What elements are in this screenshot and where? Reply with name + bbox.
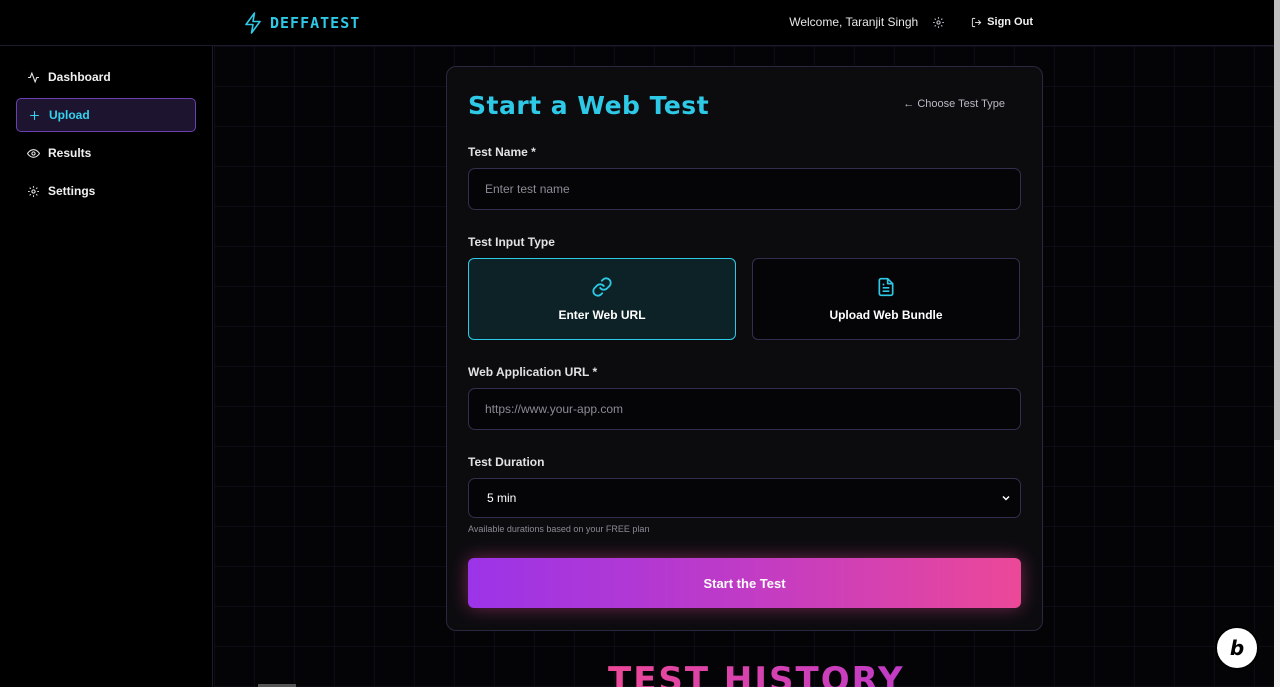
- url-input[interactable]: https://www.your-app.com: [468, 388, 1021, 430]
- activity-icon: [28, 71, 39, 83]
- test-name-label: Test Name *: [468, 145, 536, 159]
- built-with-badge[interactable]: b: [1215, 626, 1259, 670]
- welcome-text: Welcome, Taranjit Singh: [789, 15, 919, 29]
- sign-out-label: Sign Out: [987, 16, 1033, 28]
- gear-icon[interactable]: [932, 16, 945, 29]
- test-name-placeholder: Enter test name: [485, 182, 570, 196]
- chevron-down-icon: [1002, 495, 1010, 501]
- duration-value: 5 min: [487, 491, 517, 505]
- duration-label: Test Duration: [468, 455, 545, 469]
- duration-hint: Available durations based on your FREE p…: [468, 524, 650, 534]
- sidebar-item-dashboard[interactable]: Dashboard: [16, 60, 196, 94]
- url-label: Web Application URL *: [468, 365, 598, 379]
- sign-out-icon: [972, 17, 982, 27]
- form-title: Start a Web Test: [468, 91, 710, 120]
- test-name-input[interactable]: Enter test name: [468, 168, 1021, 210]
- gear-icon: [28, 185, 39, 197]
- sidebar-item-upload[interactable]: Upload: [16, 98, 196, 132]
- scrollbar-thumb[interactable]: [1274, 0, 1280, 440]
- brand[interactable]: DEFFATEST: [244, 12, 360, 34]
- sidebar-item-settings[interactable]: Settings: [16, 174, 196, 208]
- choose-test-type-link[interactable]: ← Choose Test Type: [903, 98, 1005, 110]
- option-label: Upload Web Bundle: [829, 308, 943, 322]
- eye-icon: [27, 148, 40, 158]
- input-type-label: Test Input Type: [468, 235, 555, 249]
- url-placeholder: https://www.your-app.com: [485, 402, 624, 416]
- sidebar-item-label: Dashboard: [48, 70, 111, 84]
- plus-icon: [30, 110, 39, 120]
- lightning-icon: [245, 12, 261, 34]
- web-test-form: Start a Web Test ← Choose Test Type Test…: [446, 66, 1043, 631]
- sidebar: Dashboard Upload Results Settings: [0, 46, 213, 687]
- brand-name: DEFFATEST: [270, 14, 361, 32]
- badge-logo-icon: b: [1229, 636, 1245, 660]
- link-icon: [592, 277, 612, 297]
- upload-web-bundle-option[interactable]: Upload Web Bundle: [752, 258, 1020, 340]
- sidebar-item-label: Results: [48, 146, 92, 160]
- enter-web-url-option[interactable]: Enter Web URL: [468, 258, 736, 340]
- sidebar-item-results[interactable]: Results: [16, 136, 196, 170]
- sign-out-button[interactable]: Sign Out: [971, 16, 1033, 28]
- option-label: Enter Web URL: [558, 308, 646, 322]
- sidebar-item-label: Upload: [49, 108, 90, 122]
- page: DEFFATEST Welcome, Taranjit Singh Sign O…: [0, 0, 1280, 687]
- duration-select[interactable]: 5 min: [468, 478, 1021, 518]
- start-test-button[interactable]: Start the Test: [468, 558, 1021, 608]
- file-icon: [878, 277, 894, 297]
- user-area: Welcome, Taranjit Singh Sign Out: [789, 15, 1033, 29]
- history-title: TEST HISTORY: [608, 660, 905, 687]
- main-content: Start a Web Test ← Choose Test Type Test…: [214, 46, 1274, 687]
- sidebar-item-label: Settings: [48, 184, 96, 198]
- scrollbar-track[interactable]: [1274, 0, 1280, 687]
- top-bar: DEFFATEST Welcome, Taranjit Singh Sign O…: [0, 0, 1274, 46]
